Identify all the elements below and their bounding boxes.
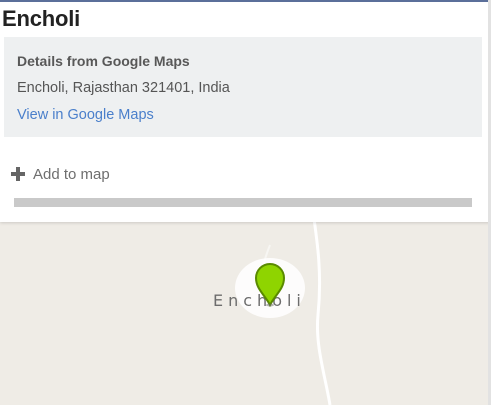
place-popup-screen: Encholi Encholi Details from Google Maps…: [0, 0, 491, 405]
add-to-map-label: Add to map: [33, 165, 110, 183]
view-in-google-maps-link[interactable]: View in Google Maps: [17, 107, 154, 123]
add-to-map-button[interactable]: Add to map: [11, 163, 110, 185]
details-heading: Details from Google Maps: [17, 53, 190, 69]
map-pin-icon[interactable]: [253, 263, 287, 312]
card-divider-bar: [14, 198, 472, 207]
place-title: Encholi: [2, 6, 81, 31]
card-top-border: [0, 0, 491, 2]
place-address: Encholi, Rajasthan 321401, India: [17, 80, 230, 96]
place-info-card: Encholi Details from Google Maps Encholi…: [0, 0, 491, 222]
plus-icon: [11, 167, 25, 181]
